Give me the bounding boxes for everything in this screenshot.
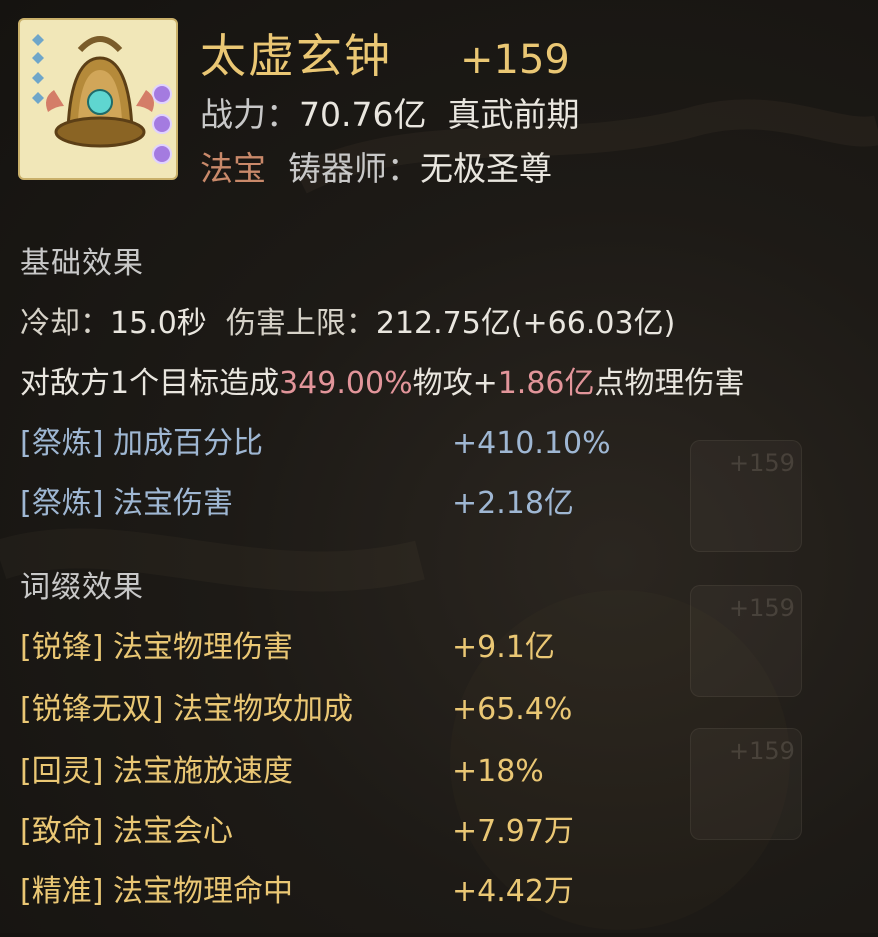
damage-cap-value: 212.75亿(+66.03亿) [375, 306, 676, 341]
desc-mid: 物攻+ [412, 366, 498, 401]
stat-value: +9.1亿 [452, 630, 555, 665]
effect-description: 对敌方1个目标造成349.00%物攻+1.86亿点物理伤害 [20, 362, 745, 406]
damage-cap-label: 伤害上限： [225, 306, 376, 341]
stat-value: +2.18亿 [452, 486, 574, 521]
item-type: 法宝 [200, 149, 266, 188]
cooldown-row: 冷却：15.0秒 伤害上限：212.75亿(+66.03亿) [20, 302, 675, 346]
desc-prefix: 对敌方1个目标造成 [20, 366, 280, 401]
stat-label: [祭炼] 加成百分比 [20, 426, 263, 461]
purple-orbs [152, 84, 172, 164]
stat-value: +18% [452, 754, 544, 789]
diamond-icons [32, 34, 44, 104]
cooldown-label: 冷却： [20, 306, 110, 341]
refine-stat-row: [祭炼] 加成百分比 +410.10% [20, 422, 611, 466]
bell-icon [32, 34, 172, 164]
type-row: 法宝 铸器师：无极圣尊 [200, 146, 552, 192]
affix-stat-row: [回灵] 法宝施放速度 +18% [20, 750, 544, 794]
item-level: +159 [460, 37, 570, 83]
maker-label: 铸器师： [288, 149, 420, 188]
item-tooltip: 太虚玄钟 +159 战力：70.76亿 真武前期 法宝 铸器师：无极圣尊 基础效果… [0, 0, 878, 933]
stat-label: [锐锋无双] 法宝物攻加成 [20, 692, 353, 727]
stat-value: +410.10% [452, 426, 611, 461]
affix-stat-row: [精准] 法宝物理命中 +4.42万 [20, 870, 574, 914]
stat-label: [祭炼] 法宝伤害 [20, 486, 233, 521]
stat-label: [精准] 法宝物理命中 [20, 874, 293, 909]
power-value: 70.76亿 [299, 95, 427, 134]
item-name: 太虚玄钟 [200, 29, 392, 83]
affix-stat-row: [致命] 法宝会心 +7.97万 [20, 810, 574, 854]
stat-label: [回灵] 法宝施放速度 [20, 754, 293, 789]
stat-value: +7.97万 [452, 814, 574, 849]
item-icon-frame [18, 18, 178, 180]
affix-stat-row: [锐锋无双] 法宝物攻加成 +65.4% [20, 688, 572, 732]
stat-label: [锐锋] 法宝物理伤害 [20, 630, 293, 665]
stat-value: +4.42万 [452, 874, 574, 909]
stat-value: +65.4% [452, 692, 573, 727]
desc-flat: 1.86亿 [497, 366, 595, 401]
refine-stat-row: [祭炼] 法宝伤害 +2.18亿 [20, 482, 574, 526]
maker-name: 无极圣尊 [420, 149, 552, 188]
power-row: 战力：70.76亿 真武前期 [200, 92, 579, 138]
desc-percent: 349.00% [279, 366, 413, 401]
affix-effect-heading: 词缀效果 [20, 570, 144, 605]
stat-label: [致命] 法宝会心 [20, 814, 233, 849]
realm: 真武前期 [447, 95, 580, 134]
base-effect-heading: 基础效果 [20, 246, 144, 281]
cooldown-value: 15.0秒 [110, 306, 207, 341]
affix-stat-row: [锐锋] 法宝物理伤害 +9.1亿 [20, 626, 555, 670]
desc-suffix: 点物理伤害 [594, 366, 745, 401]
power-label: 战力： [200, 95, 299, 134]
